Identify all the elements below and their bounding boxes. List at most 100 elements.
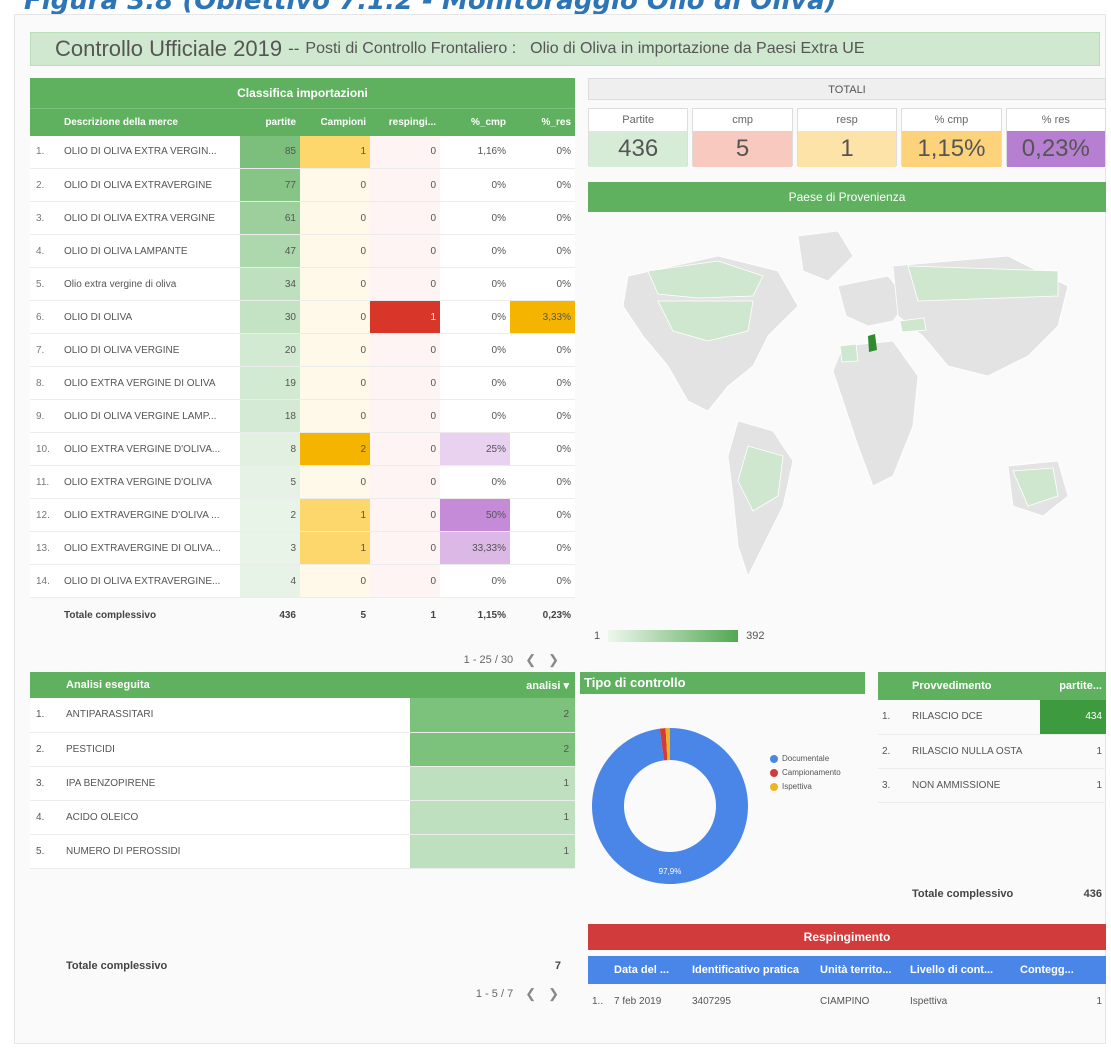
analisi-total-row: Totale complessivo 7 (30, 960, 575, 972)
table-row[interactable]: 13. OLIO EXTRAVERGINE DI OLIVA... 3 1 0 33,33… (30, 531, 575, 565)
row-pct-cmp: 0% (440, 333, 510, 367)
row-identificativo: 3407295 (692, 995, 731, 1007)
row-pct-res: 0% (510, 267, 575, 301)
table-row[interactable]: 3. OLIO DI OLIVA EXTRA VERGINE 61 0 0 0% 0% (30, 201, 575, 235)
table-row[interactable]: 4. OLIO DI OLIVA LAMPANTE 47 0 0 0% 0% (30, 234, 575, 268)
table-row[interactable]: 2. OLIO DI OLIVA EXTRAVERGINE 77 0 0 0% 0% (30, 168, 575, 202)
row-index: 13. (30, 531, 60, 565)
prev-page-icon[interactable]: ❮ (525, 986, 536, 1002)
row-pct-res: 0% (510, 498, 575, 532)
provv-total-label: Totale complessivo (912, 888, 1014, 900)
col-partite[interactable]: partite... (1040, 672, 1106, 700)
table-row[interactable]: 14. OLIO DI OLIVA EXTRAVERGINE... 4 0 0 0% 0% (30, 564, 575, 598)
col-campioni[interactable]: Campioni (300, 108, 370, 136)
row-respingimenti: 0 (370, 564, 440, 598)
col-respingimenti[interactable]: respingi... (370, 108, 440, 136)
col-data[interactable]: Data del ... (610, 956, 688, 984)
col-pct-cmp[interactable]: %_cmp (440, 108, 510, 136)
table-row[interactable]: 1.. 7 feb 2019 3407295 CIAMPINO Ispettiva 1 (588, 984, 1106, 1018)
row-partite: 47 (240, 234, 300, 268)
col-analisi-eseguita[interactable]: Analisi eseguita (60, 672, 410, 698)
row-analisi-count: 1 (410, 800, 575, 835)
row-partite: 18 (240, 399, 300, 433)
next-page-icon[interactable]: ❯ (548, 652, 559, 668)
col-conteggio[interactable]: Contegg... (1016, 956, 1106, 984)
legend-item[interactable]: Ispettiva (770, 782, 841, 791)
row-index: 11. (30, 465, 60, 499)
totali-panel: TOTALI Partite 436 cmp 5 resp 1% cmp 1,15%% re… (588, 78, 1107, 167)
paese-panel: Paese di Provenienza 1 392 (588, 182, 1106, 652)
list-item[interactable]: 3. NON AMMISSIONE 1 (878, 768, 1106, 803)
provvedimento-table: Provvedimento partite... 1. RILASCIO DCE 4… (878, 672, 1106, 803)
row-pct-cmp: 0% (440, 465, 510, 499)
row-partite: 1 (1040, 734, 1106, 769)
donut-chart[interactable]: 97,9% (590, 706, 770, 906)
row-respingimenti: 0 (370, 531, 440, 565)
row-index: 4. (30, 800, 60, 835)
row-unita: CIAMPINO (820, 995, 870, 1007)
respingimento-table: Respingimento Data del ... Identificativ… (588, 924, 1106, 1018)
next-page-icon[interactable]: ❯ (548, 986, 559, 1002)
prev-page-icon[interactable]: ❮ (525, 652, 536, 668)
list-item[interactable]: 1. RILASCIO DCE 434 (878, 700, 1106, 735)
dashboard-title: Controllo Ufficiale 2019 -- Posti di Con… (30, 32, 1100, 66)
col-analisi-count[interactable]: analisi ▾ (410, 672, 575, 698)
col-identificativo[interactable]: Identificativo pratica (688, 956, 816, 984)
col-pct-res[interactable]: %_res (510, 108, 575, 136)
title-main: Controllo Ufficiale 2019 (55, 36, 283, 61)
col-index (878, 672, 908, 700)
analisi-pager: 1 - 5 / 7 ❮ ❯ (476, 986, 559, 1002)
kpi-value: 1 (797, 131, 897, 167)
row-analisi-count: 1 (410, 834, 575, 869)
list-item[interactable]: 2. PESTICIDI 2 (30, 732, 575, 767)
legend-item[interactable]: Documentale (770, 754, 841, 763)
row-index: 1. (878, 700, 908, 735)
col-descrizione[interactable]: Descrizione della merce (60, 108, 240, 136)
row-respingimenti: 0 (370, 465, 440, 499)
row-partite: 77 (240, 168, 300, 202)
table-row[interactable]: 9. OLIO DI OLIVA VERGINE LAMP... 18 0 0 0% 0% (30, 399, 575, 433)
table-row[interactable]: 5. Olio extra vergine di oliva 34 0 0 0% 0% (30, 267, 575, 301)
row-pct-res: 3,33% (510, 300, 575, 334)
col-provvedimento[interactable]: Provvedimento (908, 672, 1040, 700)
table-row[interactable]: 6. OLIO DI OLIVA 30 0 1 0% 3,33% (30, 300, 575, 334)
col-livello[interactable]: Livello di cont... (906, 956, 1016, 984)
row-pct-cmp: 0% (440, 366, 510, 400)
list-item[interactable]: 1. ANTIPARASSITARI 2 (30, 698, 575, 733)
row-pct-res: 0% (510, 564, 575, 598)
row-index: 8. (30, 366, 60, 400)
tipo-controllo-panel: Tipo di controllo 97,9% Documentale Campi… (580, 672, 865, 924)
row-campioni: 0 (300, 465, 370, 499)
list-item[interactable]: 4. ACIDO OLEICO 1 (30, 800, 575, 835)
list-item[interactable]: 5. NUMERO DI PEROSSIDI 1 (30, 834, 575, 869)
row-campioni: 1 (300, 531, 370, 565)
totali-heading: TOTALI (588, 78, 1106, 100)
kpi-tile: Partite 436 (588, 108, 689, 167)
col-partite[interactable]: partite (240, 108, 300, 136)
row-pct-res: 0% (510, 168, 575, 202)
row-partite: 1 (1040, 768, 1106, 803)
row-index: 1. (30, 135, 60, 169)
row-descrizione: OLIO EXTRA VERGINE D'OLIVA (60, 465, 240, 499)
classifica-table: Classifica importazioni Descrizione dell… (30, 78, 575, 667)
row-index: 2. (30, 732, 60, 767)
table-row[interactable]: 10. OLIO EXTRA VERGINE D'OLIVA... 8 2 0 25% 0% (30, 432, 575, 466)
kpi-value: 1,15% (902, 131, 1001, 167)
row-pct-res: 0% (510, 366, 575, 400)
legend-item[interactable]: Campionamento (770, 768, 841, 777)
row-index: 7. (30, 333, 60, 367)
table-row[interactable]: 11. OLIO EXTRA VERGINE D'OLIVA 5 0 0 0% 0% (30, 465, 575, 499)
table-row[interactable]: 1. OLIO DI OLIVA EXTRA VERGIN... 85 1 0 1,16%… (30, 135, 575, 169)
donut-legend: Documentale Campionamento Ispettiva (770, 754, 841, 796)
kpi-value: 5 (693, 131, 792, 167)
row-partite: 61 (240, 201, 300, 235)
provv-total-row: Totale complessivo 436 (912, 888, 1102, 900)
list-item[interactable]: 3. IPA BENZOPIRENE 1 (30, 766, 575, 801)
list-item[interactable]: 2. RILASCIO NULLA OSTA 1 (878, 734, 1106, 769)
col-unita[interactable]: Unità territo... (816, 956, 906, 984)
table-row[interactable]: 12. OLIO EXTRAVERGINE D'OLIVA ... 2 1 0 50% 0% (30, 498, 575, 532)
morocco-shape (839, 343, 859, 363)
table-row[interactable]: 8. OLIO EXTRA VERGINE DI OLIVA 19 0 0 0% 0% (30, 366, 575, 400)
table-row[interactable]: 7. OLIO DI OLIVA VERGINE 20 0 0 0% 0% (30, 333, 575, 367)
world-map[interactable] (588, 216, 1106, 616)
